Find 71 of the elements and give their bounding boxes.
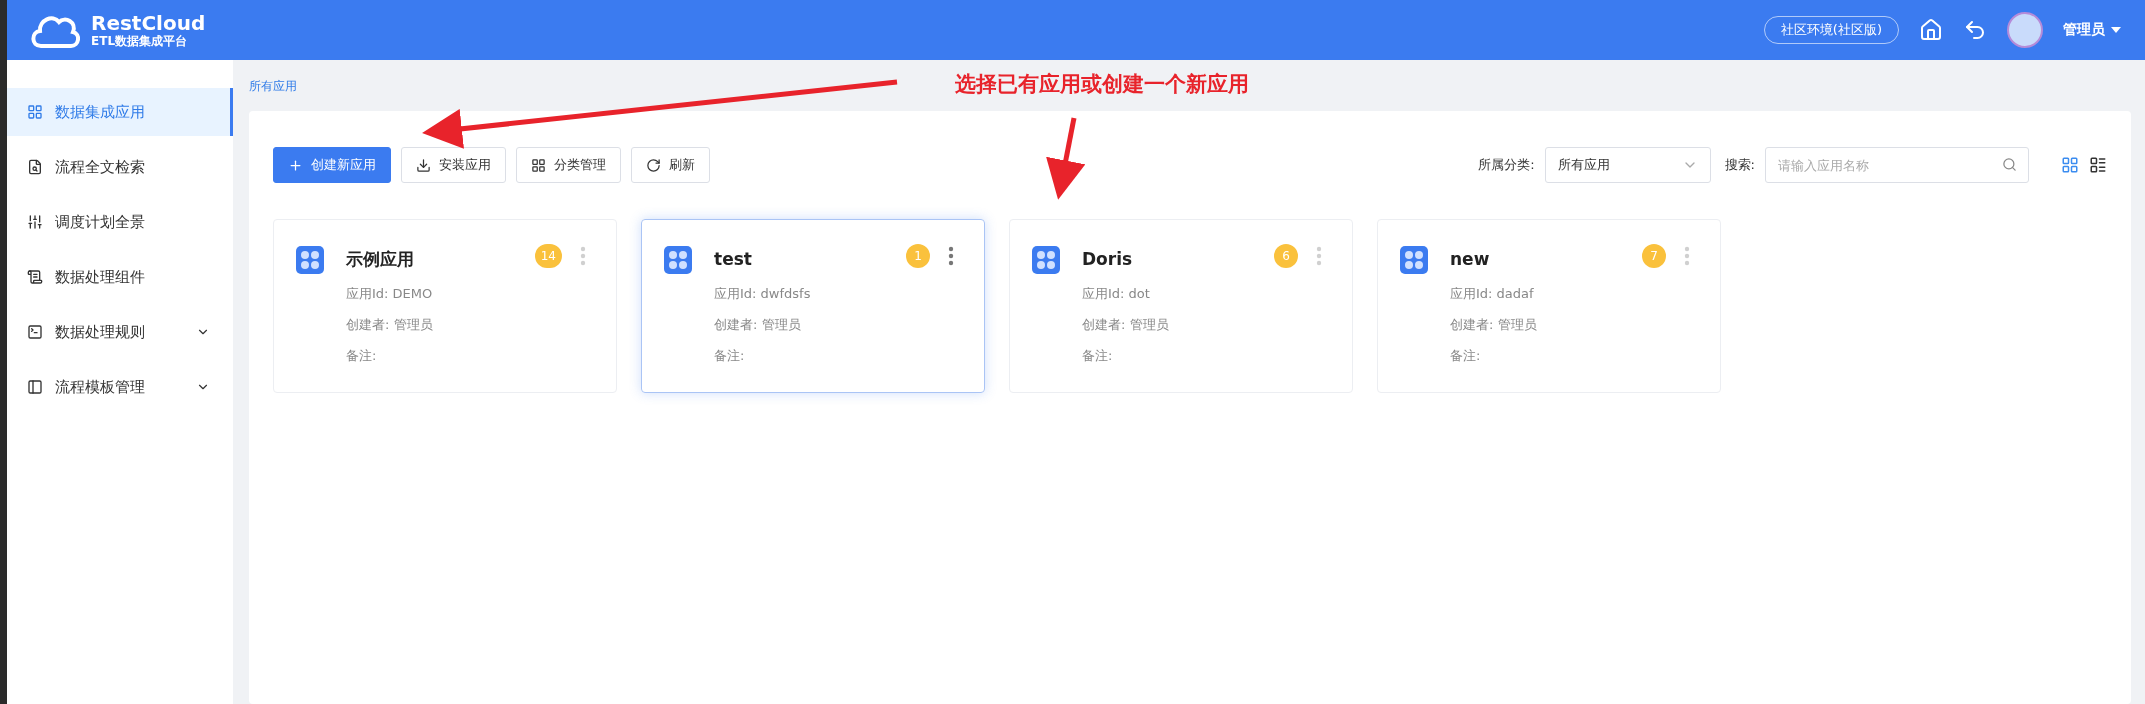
toolbar-button[interactable]: 安装应用 [401,147,506,183]
app-creator: 创建者: 管理员 [346,316,433,334]
app-id: 应用Id: dadaf [1450,285,1535,303]
user-menu[interactable]: 管理员 [2063,21,2121,39]
sidebar-item-label: 流程模板管理 [55,377,145,397]
annotation-text: 选择已有应用或创建一个新应用 [955,71,1249,98]
logo-title: RestCloud [91,12,206,34]
app-note: 备注: [714,347,746,365]
app-name: Doris [1082,248,1134,271]
app-note: 备注: [346,347,378,365]
back-arrow-icon[interactable] [1963,18,1987,42]
sidebar-item[interactable]: 流程模板管理 [7,363,233,411]
caret-icon [2111,27,2121,33]
logo-subtitle: ETL数据集成平台 [91,34,189,48]
sidebar-item[interactable]: 数据集成应用 [7,88,233,136]
search-icon[interactable] [2002,157,2017,172]
sidebar-item-label: 流程全文检索 [55,157,145,177]
refresh-icon [646,157,661,173]
app-icon [1400,246,1428,274]
menu-item-icon [27,214,43,230]
app-id: 应用Id: dwfdsfs [714,285,811,303]
app-creator: 创建者: 管理员 [1450,316,1537,334]
app-card[interactable]: 示例应用 应用Id: DEMO 创建者: 管理员 备注: 14 [273,219,617,393]
filter-label: 所属分类: [1478,156,1535,174]
sidebar-item-label: 数据处理规则 [55,322,145,342]
app-icon [664,246,692,274]
search-label: 搜索: [1724,156,1755,174]
app-icon [296,246,324,274]
category-select[interactable]: 所有应用 [1544,147,1711,183]
app-icon [1032,246,1060,274]
menu-item-icon [27,269,43,285]
count-badge: 6 [1274,244,1298,268]
app-creator: 创建者: 管理员 [714,316,802,334]
sidebar-item[interactable]: 数据处理组件 [7,253,233,301]
app-name: test [714,248,753,271]
menu-item-icon [27,379,43,395]
breadcrumb-link[interactable]: 所有应用 [249,78,297,95]
count-badge: 1 [906,244,930,268]
sidebar-item[interactable]: 调度计划全景 [7,198,233,246]
menu-item-icon [27,159,43,175]
app-note: 备注: [1082,347,1114,365]
sidebar-item-label: 调度计划全景 [55,212,145,232]
toolbar-button[interactable]: 分类管理 [516,147,621,183]
app-id: 应用Id: dot [1082,285,1151,303]
download-icon [416,157,431,173]
sidebar-item[interactable]: 流程全文检索 [7,143,233,191]
grid-view-icon[interactable] [2061,156,2079,174]
count-badge: 7 [1642,244,1666,268]
sidebar-item[interactable]: 数据处理规则 [7,308,233,356]
menu-item-icon [27,104,43,120]
sidebar-item-label: 数据集成应用 [55,102,145,122]
avatar[interactable] [2007,12,2043,48]
app-name: 示例应用 [346,248,415,271]
app-card[interactable]: new 应用Id: dadaf 创建者: 管理员 备注: 7 [1377,219,1721,393]
app-creator: 创建者: 管理员 [1082,316,1169,334]
plus-icon [288,157,303,173]
more-icon[interactable] [948,246,954,266]
toolbar-button[interactable]: 刷新 [631,147,710,183]
app-card[interactable]: Doris 应用Id: dot 创建者: 管理员 备注: 6 [1009,219,1353,393]
create-button[interactable]: 创建新应用 [273,147,391,183]
home-icon[interactable] [1919,18,1943,42]
menu-item-icon [27,324,43,340]
search-field[interactable]: 请输入应用名称 [1765,147,2029,183]
grid-icon [531,157,546,173]
app-name: new [1450,248,1491,271]
list-view-icon[interactable] [2089,156,2107,174]
app-card[interactable]: test 应用Id: dwfdsfs 创建者: 管理员 备注: 1 [641,219,985,393]
app-note: 备注: [1450,347,1482,365]
count-badge: 14 [534,244,562,268]
app-id: 应用Id: DEMO [346,285,433,303]
sidebar-item-label: 数据处理组件 [55,267,145,287]
